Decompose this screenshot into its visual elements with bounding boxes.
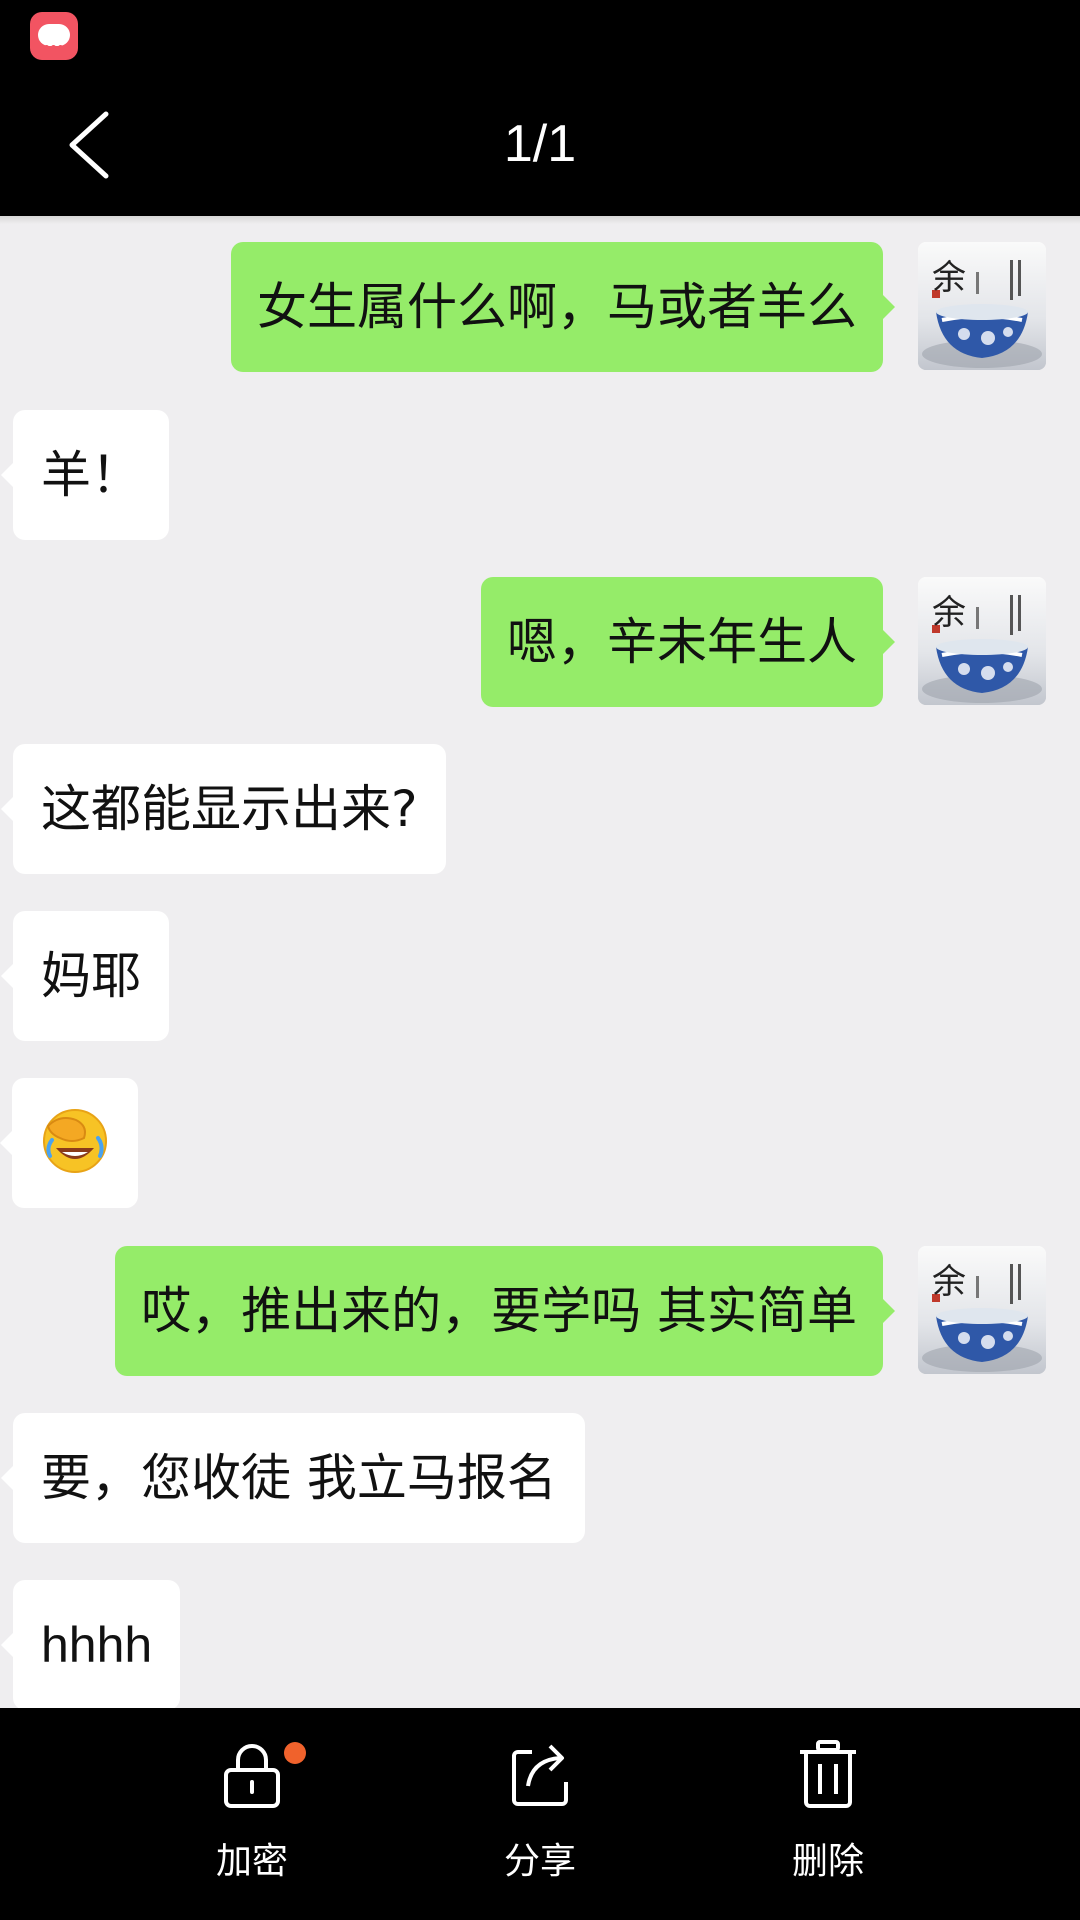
avatar-glyph: 余 (932, 593, 966, 633)
message-row: 羊！ (0, 410, 1080, 540)
avatar[interactable]: 余 (918, 242, 1046, 370)
outgoing-message-bubble[interactable]: 嗯，辛未年生人 (481, 577, 895, 707)
incoming-message-bubble[interactable]: 羊！ (1, 410, 169, 540)
delete-button[interactable]: 删除 (728, 1708, 928, 1920)
notification-dot (284, 1742, 306, 1764)
message-app-status-icon (30, 12, 78, 60)
incoming-message-bubble[interactable]: 妈耶 (1, 911, 169, 1041)
page-title: 1/1 (503, 115, 577, 173)
message-row: 要，您收徒 我立马报名 (0, 1413, 1080, 1543)
message-row: 这都能显示出来? (0, 744, 1080, 874)
avatar[interactable]: 余 (918, 577, 1046, 705)
encrypt-button[interactable]: 加密 (152, 1708, 352, 1920)
avatar-glyph: 余 (932, 1262, 966, 1302)
face-palm-laughing-emoji-icon (43, 1109, 107, 1173)
lock-icon (224, 1744, 280, 1808)
trash-icon (800, 1740, 856, 1808)
chat-screenshot-viewer: 1/1 女生属什么啊，马或者羊么 余 羊！ 嗯，辛未年生人 余 这都能显示出来?… (0, 0, 1080, 1920)
outgoing-message-bubble[interactable]: 女生属什么啊，马或者羊么 (231, 242, 895, 372)
message-row: hhhh (0, 1580, 1080, 1710)
message-row (0, 1078, 1080, 1208)
share-button[interactable]: 分享 (440, 1708, 640, 1920)
avatar[interactable]: 余 (918, 1246, 1046, 1374)
bottom-action-bar: 加密 分享 删除 (0, 1708, 1080, 1920)
encrypt-label: 加密 (215, 1841, 288, 1882)
share-label: 分享 (503, 1841, 576, 1882)
outgoing-message-bubble[interactable]: 哎，推出来的，要学吗 其实简单 (115, 1246, 895, 1376)
incoming-emoji-bubble[interactable] (0, 1078, 138, 1208)
delete-label: 删除 (791, 1841, 864, 1882)
message-row: 女生属什么啊，马或者羊么 余 (0, 242, 1080, 372)
message-row: 妈耶 (0, 911, 1080, 1041)
share-icon (512, 1744, 568, 1806)
incoming-message-bubble[interactable]: 这都能显示出来? (1, 744, 446, 874)
incoming-message-bubble[interactable]: 要，您收徒 我立马报名 (1, 1413, 585, 1543)
message-row: 嗯，辛未年生人 余 (0, 577, 1080, 707)
top-bar: 1/1 (0, 0, 1080, 216)
incoming-message-bubble[interactable]: hhhh (0, 1580, 181, 1710)
top-bar-shadow (0, 216, 1080, 224)
avatar-glyph: 余 (932, 258, 966, 298)
message-row: 哎，推出来的，要学吗 其实简单 余 (0, 1246, 1080, 1376)
